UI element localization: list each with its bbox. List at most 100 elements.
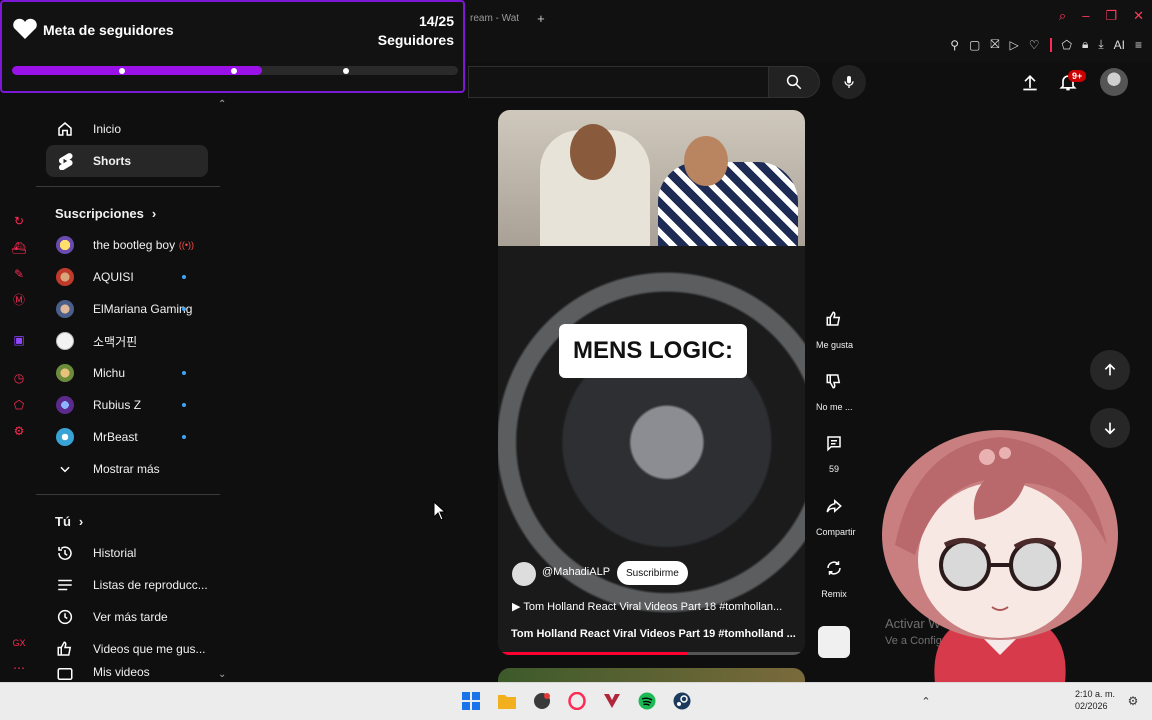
avatar [56, 364, 74, 382]
sidebar-item-subscription[interactable]: ElMariana Gaming [46, 293, 208, 325]
channel-name[interactable]: @MahadiALP [542, 566, 610, 578]
opera-gx-icon[interactable] [566, 690, 588, 712]
sidebar-item-history[interactable]: Historial [46, 537, 208, 569]
mouse-cursor-icon [433, 501, 447, 521]
shorts-player[interactable]: MENS LOGIC: @MahadiALP Suscribirme ▶ Tom… [498, 110, 805, 655]
like-icon [46, 640, 84, 658]
search-input[interactable] [468, 66, 768, 98]
voice-search-button[interactable] [832, 65, 866, 99]
close-button[interactable]: ✕ [1133, 8, 1144, 24]
taskbar-clock[interactable]: 2:10 a. m. 02/2026 [1075, 688, 1115, 712]
download-icon[interactable]: ⤓ [1098, 37, 1103, 52]
pin-icon[interactable]: ⚲ [950, 38, 959, 52]
search-icon[interactable]: ⌕ [1059, 8, 1066, 24]
video-progress-bar[interactable] [498, 652, 805, 655]
avatar [56, 396, 74, 414]
previous-short-button[interactable] [1090, 350, 1130, 390]
file-explorer-icon[interactable] [496, 690, 518, 712]
home-icon [46, 120, 84, 138]
like-button[interactable]: Me gusta [816, 302, 854, 350]
short-title[interactable]: Tom Holland React Viral Videos Part 19 #… [511, 628, 796, 640]
divider [36, 494, 220, 495]
upload-button[interactable] [1020, 72, 1040, 97]
avatar [56, 428, 74, 446]
sidebar-item-label: Listas de reproducc... [93, 578, 208, 592]
sidebar-item-subscription[interactable]: Michu [46, 357, 208, 389]
browser-side-panel: ↻ ⛴ ✎ Ⓜ ▣ ◷ ⬠ ⚙ GX ⋯ [0, 95, 36, 680]
clock-icon[interactable]: ◷ [11, 370, 27, 386]
sidebar-item-label: MrBeast [93, 430, 138, 444]
more-icon[interactable]: ⋯ [11, 660, 27, 676]
chevron-right-icon: › [151, 206, 157, 221]
channel-avatar[interactable] [512, 562, 536, 586]
show-more-label: Mostrar más [93, 462, 160, 476]
sidebar-item-liked-videos[interactable]: Videos que me gus... [46, 633, 208, 665]
sidebar-item-subscription[interactable]: 소맥거핀 [46, 325, 208, 357]
gx-icon[interactable]: GX [11, 635, 27, 651]
windows-start-icon[interactable] [460, 690, 482, 712]
tray-chevron-icon[interactable]: ⌃ [915, 690, 937, 712]
sidebar-item-subscription[interactable]: MrBeast [46, 421, 208, 453]
sound-thumbnail[interactable] [818, 626, 850, 658]
spotify-icon[interactable] [636, 690, 658, 712]
maximize-button[interactable]: ❐ [1105, 8, 1117, 24]
you-header[interactable]: Tú › [55, 514, 83, 529]
pen-icon[interactable]: ✎ [11, 266, 27, 282]
search-button[interactable] [768, 66, 820, 98]
steam-icon[interactable] [671, 690, 693, 712]
new-content-dot [182, 403, 186, 407]
snapshot-icon[interactable]: ▢ [969, 38, 980, 52]
heart-icon[interactable]: ♡ [1029, 38, 1040, 52]
shield-icon[interactable]: ⛝ [990, 37, 999, 52]
sidebar-item-label: AQUISI [93, 270, 134, 284]
like-label: Me gusta [816, 340, 854, 350]
scroll-down-icon[interactable]: ⌄ [218, 669, 226, 680]
search-icon [786, 74, 802, 90]
lock-icon[interactable]: 🔒︎ [1082, 37, 1088, 52]
dislike-button[interactable]: No me ... [816, 364, 853, 412]
new-content-dot [182, 307, 186, 311]
history-icon[interactable]: ↻ [11, 213, 27, 229]
tab-strip[interactable]: ream - Wat + [470, 8, 545, 28]
sidebar-item-label: Rubius Z [93, 398, 142, 412]
subscriptions-header[interactable]: Suscripciones › [55, 206, 156, 221]
extensions-icon[interactable]: ⬠ [1062, 38, 1072, 52]
related-video-link[interactable]: ▶ Tom Holland React Viral Videos Part 18… [512, 600, 797, 613]
sidebar-item-playlists[interactable]: Listas de reproducc... [46, 569, 208, 601]
twitch-icon[interactable]: ▣ [11, 332, 27, 348]
ai-button[interactable]: AI [1114, 38, 1125, 52]
sidebar-item-subscription[interactable]: Rubius Z [46, 389, 208, 421]
sidebar-item-subscription[interactable]: the bootleg boy ((•)) [46, 229, 208, 261]
goal-progress-fill [12, 66, 262, 75]
remix-button[interactable]: Remix [816, 551, 852, 599]
share-button[interactable]: Compartir [816, 489, 856, 537]
vtuber-app-icon[interactable] [601, 690, 623, 712]
m-icon[interactable]: Ⓜ [11, 292, 27, 308]
comments-button[interactable]: 59 [816, 426, 852, 474]
sidebar-item-shorts[interactable]: Shorts [46, 145, 208, 177]
extension-bar: ⚲ ▢ ⛝ ▷ ♡ ⬠ 🔒︎ ⤓ AI ≡ [950, 37, 1142, 52]
scroll-up-icon[interactable]: ⌃ [218, 99, 226, 110]
show-more-button[interactable]: Mostrar más [46, 453, 208, 485]
account-avatar[interactable] [1100, 68, 1128, 96]
remix-icon [817, 551, 851, 585]
sidebar-item-watch-later[interactable]: Ver más tarde [46, 601, 208, 633]
boat-icon[interactable]: ⛴ [11, 240, 27, 256]
sidebar-item-home[interactable]: Inicio [46, 113, 208, 145]
sidebar-item-label: Inicio [93, 122, 122, 136]
clock-date: 02/2026 [1075, 701, 1108, 711]
subscribe-button[interactable]: Suscribirme [617, 561, 688, 585]
new-tab-button[interactable]: + [537, 11, 545, 26]
notification-center-icon[interactable]: ⚙ [1122, 690, 1144, 712]
menu-icon[interactable]: ≡ [1135, 38, 1142, 52]
sidebar-item-subscription[interactable]: AQUISI [46, 261, 208, 293]
minimize-button[interactable]: – [1082, 8, 1089, 24]
app-icon[interactable] [531, 690, 553, 712]
play-icon[interactable]: ▷ [1010, 38, 1019, 52]
tab-title[interactable]: ream - Wat [470, 13, 519, 24]
you-title: Tú [55, 514, 71, 529]
extensions-icon[interactable]: ⬠ [11, 397, 27, 413]
sidebar-item-my-videos[interactable]: Mis videos [46, 665, 208, 681]
next-short-preview[interactable] [498, 668, 805, 682]
settings-icon[interactable]: ⚙ [11, 423, 27, 439]
